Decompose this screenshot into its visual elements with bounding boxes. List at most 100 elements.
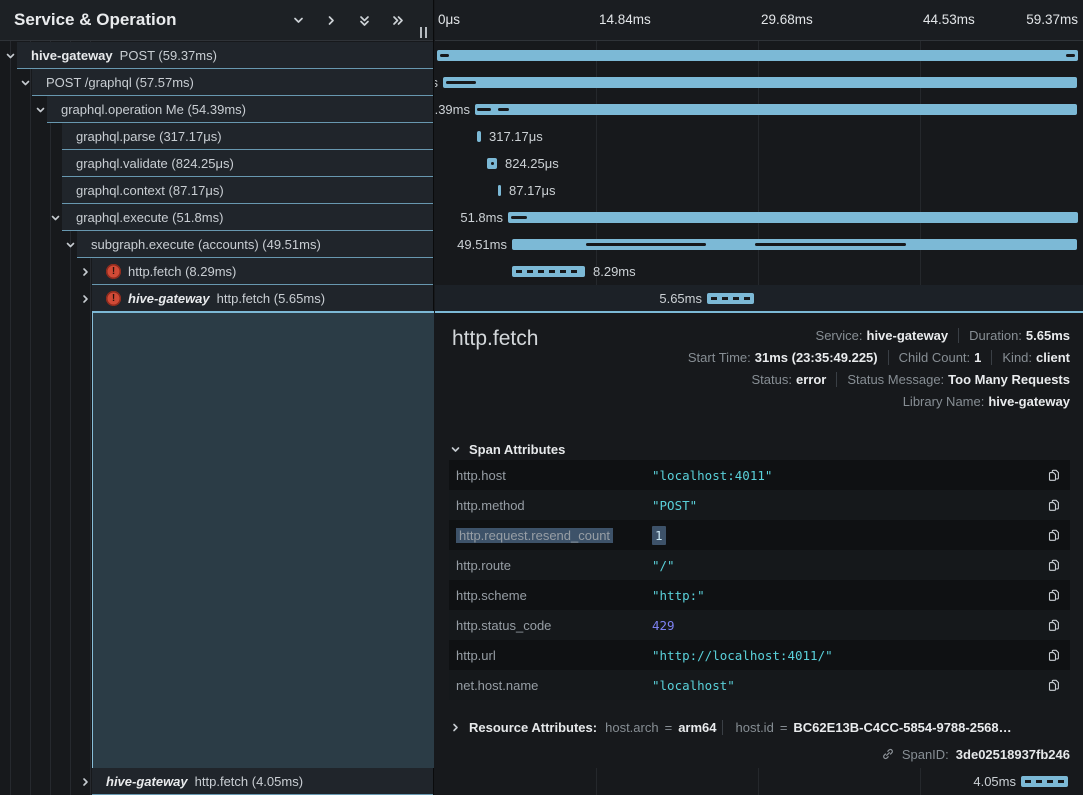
meta-label: Duration: [969, 328, 1022, 343]
self-time-mark [477, 108, 491, 111]
attribute-row[interactable]: http.method"POST" [449, 490, 1070, 520]
copy-icon[interactable] [1047, 558, 1062, 573]
meta-line: Status:errorStatus Message:Too Many Requ… [688, 369, 1070, 391]
copy-icon[interactable] [1047, 678, 1062, 693]
tree-row[interactable]: hive-gatewayhttp.fetch (4.05ms) [0, 768, 433, 795]
attribute-key-text: net.host.name [456, 678, 538, 693]
axis-tick: 0μs [438, 0, 460, 40]
timeline-bottom-row-slot: 4.05ms [435, 768, 1083, 795]
meta-pair: Service:hive-gateway [816, 328, 949, 343]
duration-label: 5.65ms [659, 285, 702, 312]
attribute-value-text: "http://localhost:4011/" [652, 648, 833, 663]
tree-row-box: graphql.operation Me (54.39ms) [47, 96, 433, 123]
self-time-mark [446, 81, 476, 84]
equals-sign: = [780, 720, 788, 735]
attribute-row[interactable]: http.route"/" [449, 550, 1070, 580]
tree-row[interactable]: !hive-gatewayhttp.fetch (5.65ms) [0, 285, 433, 312]
chevron-down-icon[interactable] [65, 239, 76, 250]
axis-tick: 44.53ms [923, 0, 975, 40]
chevron-down-icon[interactable] [20, 77, 31, 88]
timeline-row[interactable]: 824.25μs [435, 150, 1083, 177]
timeline-row[interactable]: 4.05ms [435, 768, 1083, 795]
copy-icon[interactable] [1047, 528, 1062, 543]
chevron-down-icon[interactable] [5, 50, 16, 61]
tree-row[interactable]: graphql.parse (317.17μs) [0, 123, 433, 150]
tree-row[interactable]: graphql.operation Me (54.39ms) [0, 96, 433, 123]
attribute-row[interactable]: http.request.resend_count1 [449, 520, 1070, 550]
chevron-down-icon[interactable] [35, 104, 46, 115]
span-bar[interactable] [512, 239, 1077, 250]
copy-icon[interactable] [1047, 468, 1062, 483]
timeline-row[interactable] [435, 42, 1083, 69]
span-bar[interactable] [498, 185, 501, 196]
span-attributes-header[interactable]: Span Attributes [450, 442, 565, 457]
span-bar[interactable] [1021, 776, 1068, 787]
span-bar[interactable] [475, 104, 1077, 115]
tree-row[interactable]: graphql.context (87.17μs) [0, 177, 433, 204]
span-bar[interactable] [487, 158, 497, 169]
attribute-value-text: 1 [652, 526, 666, 545]
chevron-right-icon [450, 722, 461, 733]
copy-icon[interactable] [1047, 498, 1062, 513]
collapse-one-icon[interactable] [292, 14, 305, 27]
resource-value: arm64 [678, 720, 716, 735]
tree-row[interactable]: POST /graphql (57.57ms) [0, 69, 433, 96]
copy-icon[interactable] [1047, 648, 1062, 663]
selected-span-block[interactable] [92, 311, 434, 768]
attribute-row[interactable]: http.status_code429 [449, 610, 1070, 640]
attribute-row[interactable]: http.scheme"http:" [449, 580, 1070, 610]
timeline-row[interactable]: 51.8ms [435, 204, 1083, 231]
timeline-row[interactable]: 49.51ms [435, 231, 1083, 258]
meta-label: Library Name: [903, 394, 985, 409]
meta-label: Start Time: [688, 350, 751, 365]
timeline-row[interactable]: 8.29ms [435, 258, 1083, 285]
tree-row-label: graphql.parse (317.17μs) [76, 129, 222, 144]
panel-resize-handle[interactable] [420, 27, 427, 38]
attribute-value: 429 [652, 618, 675, 633]
collapse-all-icon[interactable] [358, 14, 371, 28]
timeline-row[interactable]: 54.39ms [435, 96, 1083, 123]
meta-label: Status Message: [847, 372, 944, 387]
tree-row[interactable]: graphql.execute (51.8ms) [0, 204, 433, 231]
span-bar[interactable] [707, 293, 754, 304]
chevron-down-icon[interactable] [50, 212, 61, 223]
span-bar[interactable] [508, 212, 1078, 223]
attribute-row[interactable]: http.url"http://localhost:4011/" [449, 640, 1070, 670]
tree-row[interactable]: hive-gatewayPOST (59.37ms) [0, 42, 433, 69]
tree-row[interactable]: subgraph.execute (accounts) (49.51ms) [0, 231, 433, 258]
copy-icon[interactable] [1047, 588, 1062, 603]
resource-attributes-row[interactable]: Resource Attributes: host.arch=arm64host… [450, 714, 1012, 740]
attribute-key: http.scheme [449, 588, 652, 603]
tree-row-label: graphql.context (87.17μs) [76, 183, 224, 198]
copy-icon[interactable] [1047, 618, 1062, 633]
timeline-row[interactable]: 87.17μs [435, 177, 1083, 204]
attribute-row[interactable]: net.host.name"localhost" [449, 670, 1070, 700]
duration-label: 57.57ms [435, 69, 438, 96]
self-time-mark [498, 108, 509, 111]
span-bar[interactable] [477, 131, 481, 142]
attribute-value-text: 429 [652, 618, 675, 633]
tree-row[interactable]: !http.fetch (8.29ms) [0, 258, 433, 285]
tree-header-toolbar [292, 0, 405, 41]
link-icon[interactable] [881, 747, 895, 761]
span-bar[interactable] [437, 50, 1078, 61]
timeline-row[interactable]: 57.57ms [435, 69, 1083, 96]
timeline-row[interactable]: 5.65ms [435, 285, 1083, 312]
span-bar[interactable] [512, 266, 585, 277]
span-attributes-table: http.host"localhost:4011"http.method"POS… [449, 460, 1070, 700]
expand-one-icon[interactable] [325, 14, 338, 27]
tree-row-box: subgraph.execute (accounts) (49.51ms) [77, 231, 433, 258]
chevron-right-icon[interactable] [80, 776, 91, 787]
chevron-right-icon[interactable] [80, 293, 91, 304]
attribute-value-text: "/" [652, 558, 675, 573]
attribute-row[interactable]: http.host"localhost:4011" [449, 460, 1070, 490]
span-title: http.fetch [452, 327, 538, 351]
span-tree: hive-gatewayPOST (59.37ms)POST /graphql … [0, 42, 433, 312]
span-bar[interactable] [443, 77, 1077, 88]
meta-value: client [1036, 350, 1070, 365]
self-time-mark [491, 162, 494, 165]
expand-all-icon[interactable] [391, 14, 405, 27]
timeline-row[interactable]: 317.17μs [435, 123, 1083, 150]
chevron-right-icon[interactable] [80, 266, 91, 277]
tree-row[interactable]: graphql.validate (824.25μs) [0, 150, 433, 177]
